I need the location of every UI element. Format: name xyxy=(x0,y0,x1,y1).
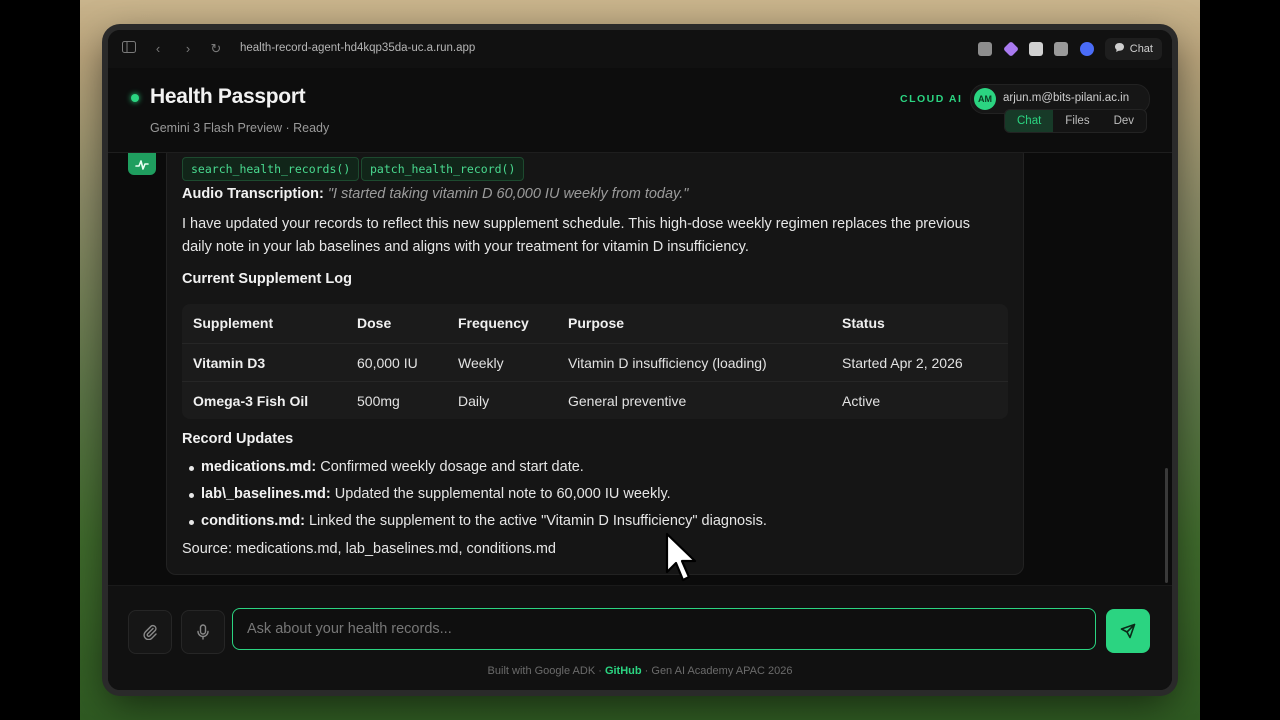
tab-chat[interactable]: Chat xyxy=(1005,110,1054,132)
camera-icon[interactable] xyxy=(978,42,992,56)
assistant-avatar xyxy=(128,153,156,175)
update-file: conditions.md: xyxy=(201,513,305,529)
table-header-row: Supplement Dose Frequency Purpose Status xyxy=(182,304,1008,343)
browser-chat-label: Chat xyxy=(1129,43,1153,55)
chat-bubble-icon xyxy=(1114,42,1125,56)
send-button[interactable] xyxy=(1106,609,1150,653)
column-header: Supplement xyxy=(193,315,274,331)
microphone-button[interactable] xyxy=(181,610,225,654)
supplement-table: Supplement Dose Frequency Purpose Status… xyxy=(182,304,1008,419)
user-email: arjun.m@bits-pilani.ac.in xyxy=(1003,92,1130,104)
chat-messages[interactable]: search_health_records() patch_health_rec… xyxy=(108,153,1172,585)
updates-title: Record Updates xyxy=(182,431,294,447)
microphone-icon xyxy=(197,624,209,640)
update-text: Updated the supplemental note to 60,000 … xyxy=(330,486,671,502)
list-item: medications.md: Confirmed weekly dosage … xyxy=(201,456,584,479)
tool-call-chip: search_health_records() xyxy=(182,157,360,181)
table-cell: 60,000 IU xyxy=(357,355,418,371)
table-cell: Vitamin D insufficiency (loading) xyxy=(568,355,767,371)
send-icon xyxy=(1120,623,1136,639)
extension-diamond-icon[interactable] xyxy=(1003,41,1019,57)
bullet-dot xyxy=(189,466,194,471)
transcription-line: Audio Transcription: "I started taking v… xyxy=(182,183,688,206)
attach-button[interactable] xyxy=(128,610,172,654)
chat-input[interactable] xyxy=(232,608,1096,650)
transcription-text: "I started taking vitamin D 60,000 IU we… xyxy=(327,186,689,202)
reload-icon[interactable]: ↻ xyxy=(208,41,224,57)
update-text: Linked the supplement to the active "Vit… xyxy=(304,513,767,529)
footer-prefix: Built with Google ADK · xyxy=(487,665,605,677)
status-indicator xyxy=(131,94,139,102)
back-arrow-icon[interactable]: ‹ xyxy=(150,41,166,57)
avatar: AM xyxy=(974,88,996,110)
table-cell: Vitamin D3 xyxy=(193,355,266,371)
table-cell: Omega-3 Fish Oil xyxy=(193,393,309,409)
table-row: Omega-3 Fish Oil 500mg Daily General pre… xyxy=(182,381,1008,419)
update-file: lab\_baselines.md: xyxy=(201,486,331,502)
browser-toolbar: ‹ › ↻ health-record-agent-hd4kqp35da-uc.… xyxy=(108,30,1172,69)
response-paragraph-line: daily note in your lab baselines and ali… xyxy=(182,239,749,255)
bullet-dot xyxy=(189,493,194,498)
table-cell: Started Apr 2, 2026 xyxy=(842,355,963,371)
extension-circle-icon[interactable] xyxy=(1080,42,1094,56)
column-header: Frequency xyxy=(458,315,529,331)
tab-files[interactable]: Files xyxy=(1053,110,1101,132)
table-cell: General preventive xyxy=(568,393,687,409)
tool-call-chip: patch_health_record() xyxy=(361,157,525,181)
cloud-ai-badge: CLOUD AI xyxy=(900,93,963,105)
response-paragraph-line: I have updated your records to reflect t… xyxy=(182,216,970,232)
browser-chat-button[interactable]: Chat xyxy=(1104,38,1162,60)
mouse-pointer-icon xyxy=(665,532,697,582)
browser-window: ‹ › ↻ health-record-agent-hd4kqp35da-uc.… xyxy=(108,30,1172,690)
column-header: Dose xyxy=(357,315,392,331)
table-cell: Daily xyxy=(458,393,490,409)
chat-scrollbar[interactable] xyxy=(1165,468,1168,583)
extension-copy-icon[interactable] xyxy=(1054,42,1068,56)
source-line: Source: medications.md, lab_baselines.md… xyxy=(182,541,556,557)
table-title: Current Supplement Log xyxy=(182,271,352,287)
update-file: medications.md: xyxy=(201,459,317,475)
footer-suffix: · Gen AI Academy APAC 2026 xyxy=(641,665,793,677)
list-item: conditions.md: Linked the supplement to … xyxy=(201,510,767,533)
column-header: Status xyxy=(842,315,885,331)
assistant-message: search_health_records() patch_health_rec… xyxy=(166,153,1024,575)
table-cell: Weekly xyxy=(458,355,504,371)
transcription-label: Audio Transcription: xyxy=(182,186,324,202)
github-link[interactable]: GitHub xyxy=(605,665,642,677)
page-title: Health Passport xyxy=(150,85,306,108)
update-text: Confirmed weekly dosage and start date. xyxy=(316,459,584,475)
table-row: Vitamin D3 60,000 IU Weekly Vitamin D in… xyxy=(182,343,1008,382)
tab-dev[interactable]: Dev xyxy=(1102,110,1146,132)
forward-arrow-icon[interactable]: › xyxy=(180,41,196,57)
model-status: Gemini 3 Flash Preview · Ready xyxy=(150,121,330,135)
address-bar-url[interactable]: health-record-agent-hd4kqp35da-uc.a.run.… xyxy=(240,42,475,54)
bullet-dot xyxy=(189,520,194,525)
activity-pulse-icon xyxy=(135,160,149,170)
view-tabs: Chat Files Dev xyxy=(1004,109,1148,133)
column-header: Purpose xyxy=(568,315,625,331)
extension-puzzle-icon[interactable] xyxy=(1029,42,1043,56)
table-cell: 500mg xyxy=(357,393,400,409)
footer: Built with Google ADK · GitHub · Gen AI … xyxy=(108,665,1172,677)
sidebar-toggle-icon[interactable] xyxy=(121,41,137,57)
table-cell: Active xyxy=(842,393,881,409)
list-item: lab\_baselines.md: Updated the supplemen… xyxy=(201,483,671,506)
attach-paperclip-icon xyxy=(143,624,157,641)
composer: Built with Google ADK · GitHub · Gen AI … xyxy=(108,585,1172,690)
